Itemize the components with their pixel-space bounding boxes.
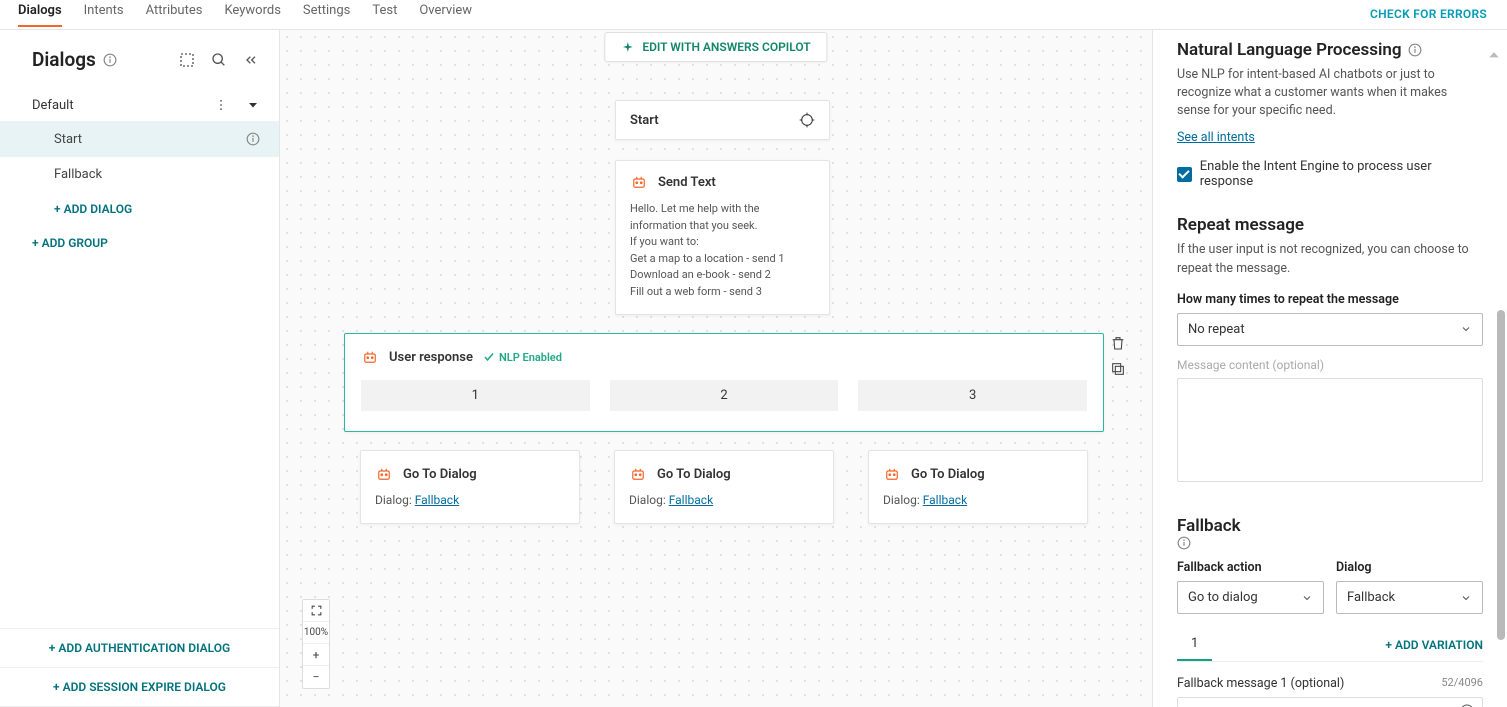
repeat-count-label: How many times to repeat the message xyxy=(1177,292,1483,307)
message-content-input[interactable] xyxy=(1177,378,1483,482)
goto-link-2[interactable]: Fallback xyxy=(669,493,713,507)
goto-node-3[interactable]: Go To Dialog Dialog: Fallback xyxy=(868,450,1088,524)
see-all-intents-link[interactable]: See all intents xyxy=(1177,130,1255,145)
edit-with-copilot-button[interactable]: EDIT WITH ANSWERS COPILOT xyxy=(604,32,827,62)
top-toolbar: Dialogs Intents Attributes Keywords Sett… xyxy=(0,0,1507,30)
fallback-action-label: Fallback action xyxy=(1177,560,1324,575)
chevron-down-icon[interactable] xyxy=(245,97,261,113)
top-tabs: Dialogs Intents Attributes Keywords Sett… xyxy=(18,3,472,27)
sidebar-item-start[interactable]: Start xyxy=(0,121,279,157)
bot-icon xyxy=(361,348,379,366)
choice-3[interactable]: 3 xyxy=(858,380,1087,411)
add-group-button[interactable]: + ADD GROUP xyxy=(0,226,279,260)
check-errors-link[interactable]: CHECK FOR ERRORS xyxy=(1370,7,1487,21)
nlp-enabled-badge: NLP Enabled xyxy=(483,351,562,364)
sparkle-icon xyxy=(621,41,634,54)
goto-node-2[interactable]: Go To Dialog Dialog: Fallback xyxy=(614,450,834,524)
tab-keywords[interactable]: Keywords xyxy=(224,3,280,27)
fallback-msg-label: Fallback message 1 (optional) xyxy=(1177,676,1344,691)
add-variation-button[interactable]: + ADD VARIATION xyxy=(1385,638,1483,652)
nlp-heading: Natural Language Processing xyxy=(1177,40,1483,60)
bot-icon xyxy=(630,173,648,191)
info-icon[interactable] xyxy=(102,52,118,68)
scrollbar[interactable] xyxy=(1493,30,1505,677)
more-vertical-icon[interactable] xyxy=(213,97,229,113)
choice-2[interactable]: 2 xyxy=(610,380,839,411)
char-count: 52/4096 xyxy=(1441,676,1483,689)
message-content-label: Message content (optional) xyxy=(1177,358,1483,372)
enable-intent-label: Enable the Intent Engine to process user… xyxy=(1200,159,1483,189)
info-icon[interactable] xyxy=(1177,536,1483,550)
group-default[interactable]: Default xyxy=(0,89,279,121)
sidebar: Dialogs Default xyxy=(0,30,280,707)
tab-overview[interactable]: Overview xyxy=(419,3,472,27)
select-tool-icon[interactable] xyxy=(179,52,195,68)
enable-intent-checkbox[interactable] xyxy=(1177,167,1192,182)
add-session-expire-button[interactable]: + ADD SESSION EXPIRE DIALOG xyxy=(0,668,279,707)
bot-icon xyxy=(375,465,393,483)
send-text-body: Hello. Let me help with the information … xyxy=(630,201,815,300)
fallback-message-input[interactable] xyxy=(1177,697,1483,707)
bot-icon xyxy=(883,465,901,483)
tab-test[interactable]: Test xyxy=(372,3,397,27)
zoom-level: 100% xyxy=(303,622,329,644)
goto-node-1[interactable]: Go To Dialog Dialog: Fallback xyxy=(360,450,580,524)
fit-screen-button[interactable] xyxy=(303,600,329,622)
info-icon[interactable] xyxy=(1408,43,1422,57)
user-response-node[interactable]: User response NLP Enabled 1 2 3 xyxy=(344,333,1104,432)
repeat-description: If the user input is not recognized, you… xyxy=(1177,241,1483,277)
search-icon[interactable] xyxy=(211,52,227,68)
fallback-dialog-label: Dialog xyxy=(1336,560,1483,575)
choice-1[interactable]: 1 xyxy=(361,380,590,411)
properties-panel: Natural Language Processing Use NLP for … xyxy=(1152,30,1507,707)
tab-dialogs[interactable]: Dialogs xyxy=(18,3,62,27)
variation-tab-1[interactable]: 1 xyxy=(1177,628,1212,661)
fallback-dialog-select[interactable]: Fallback xyxy=(1336,581,1483,614)
repeat-count-select[interactable]: No repeat xyxy=(1177,313,1483,346)
tab-intents[interactable]: Intents xyxy=(84,3,124,27)
chevron-down-icon xyxy=(1301,592,1313,604)
collapse-icon[interactable] xyxy=(243,52,259,68)
bot-icon xyxy=(629,465,647,483)
emoji-icon[interactable] xyxy=(1459,703,1475,707)
start-node[interactable]: Start xyxy=(615,100,830,140)
send-text-node[interactable]: Send Text Hello. Let me help with the in… xyxy=(615,160,830,315)
canvas[interactable]: EDIT WITH ANSWERS COPILOT Start Send Tex… xyxy=(280,30,1152,707)
fallback-action-select[interactable]: Go to dialog xyxy=(1177,581,1324,614)
chevron-down-icon xyxy=(1460,323,1472,335)
info-icon[interactable] xyxy=(245,131,261,147)
goto-link-1[interactable]: Fallback xyxy=(415,493,459,507)
zoom-in-button[interactable]: + xyxy=(303,644,329,666)
zoom-out-button[interactable]: − xyxy=(303,666,329,688)
tab-settings[interactable]: Settings xyxy=(303,3,350,27)
sidebar-title: Dialogs xyxy=(32,48,179,71)
sidebar-item-fallback[interactable]: Fallback xyxy=(0,157,279,192)
copy-icon[interactable] xyxy=(1110,361,1128,379)
nlp-description: Use NLP for intent-based AI chatbots or … xyxy=(1177,66,1483,120)
chevron-down-icon xyxy=(1460,592,1472,604)
tab-attributes[interactable]: Attributes xyxy=(146,3,203,27)
delete-icon[interactable] xyxy=(1110,335,1128,353)
fallback-heading: Fallback xyxy=(1177,516,1483,551)
goto-link-3[interactable]: Fallback xyxy=(923,493,967,507)
target-icon xyxy=(799,112,815,128)
zoom-controls: 100% + − xyxy=(302,599,330,689)
add-auth-dialog-button[interactable]: + ADD AUTHENTICATION DIALOG xyxy=(0,629,279,668)
add-dialog-button[interactable]: + ADD DIALOG xyxy=(0,192,279,226)
repeat-heading: Repeat message xyxy=(1177,215,1483,235)
